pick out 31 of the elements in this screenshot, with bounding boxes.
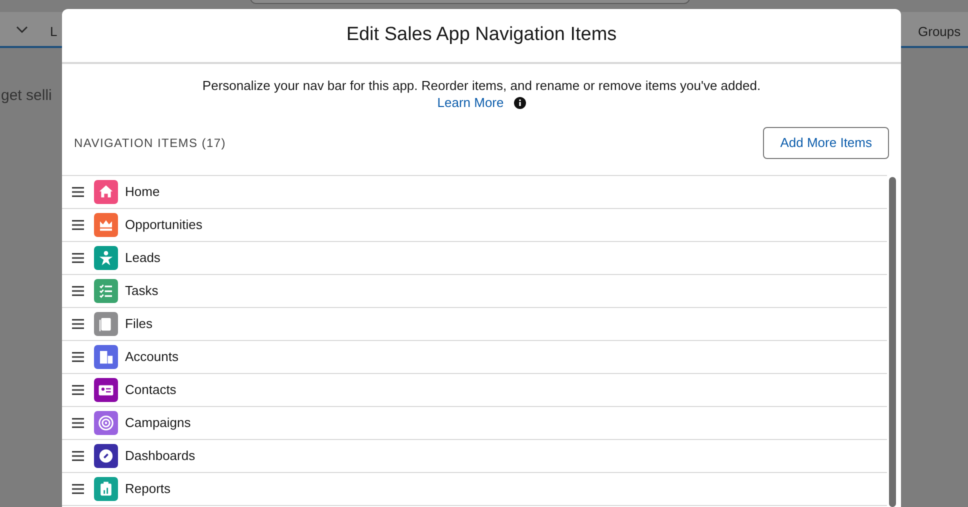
chevron-down-icon[interactable]: [16, 26, 28, 34]
add-more-items-button[interactable]: Add More Items: [763, 127, 889, 159]
nav-item-label[interactable]: Tasks: [125, 281, 158, 301]
nav-item-label[interactable]: Contacts: [125, 380, 176, 400]
scrollbar[interactable]: [889, 177, 896, 507]
page-text: get selli: [1, 86, 52, 106]
drag-handle-icon[interactable]: [72, 319, 84, 329]
nav-item-label[interactable]: Accounts: [125, 347, 178, 367]
learn-more-link[interactable]: Learn More: [437, 94, 504, 111]
drag-handle-icon[interactable]: [72, 220, 84, 230]
nav-item-label[interactable]: Dashboards: [125, 446, 196, 466]
nav-item-label[interactable]: Campaigns: [125, 413, 191, 433]
drag-handle-icon[interactable]: [72, 385, 84, 395]
section-title: NAVIGATION ITEMS (17): [74, 135, 226, 152]
drag-handle-icon[interactable]: [72, 352, 84, 362]
description-text: Personalize your nav bar for this app. Reorder items, and rename or remove items you've added.: [202, 77, 761, 94]
drag-handle-icon[interactable]: [72, 187, 84, 197]
drag-handle-icon[interactable]: [72, 418, 84, 428]
drag-handle-icon[interactable]: [72, 253, 84, 263]
nav-item-label[interactable]: Leads: [125, 248, 160, 268]
info-icon[interactable]: [514, 96, 526, 108]
nav-item-label[interactable]: Files: [125, 314, 152, 334]
drag-handle-icon[interactable]: [72, 484, 84, 494]
nav-item-label[interactable]: Opportunities: [125, 215, 202, 235]
drag-handle-icon[interactable]: [72, 286, 84, 296]
nav-item-label[interactable]: Reports: [125, 479, 171, 499]
nav-item-label[interactable]: Home: [125, 182, 160, 202]
nav-tab[interactable]: L: [50, 22, 58, 42]
drag-handle-icon[interactable]: [72, 451, 84, 461]
modal-title: Edit Sales App Navigation Items: [346, 23, 617, 48]
nav-tab[interactable]: Groups: [918, 22, 961, 42]
